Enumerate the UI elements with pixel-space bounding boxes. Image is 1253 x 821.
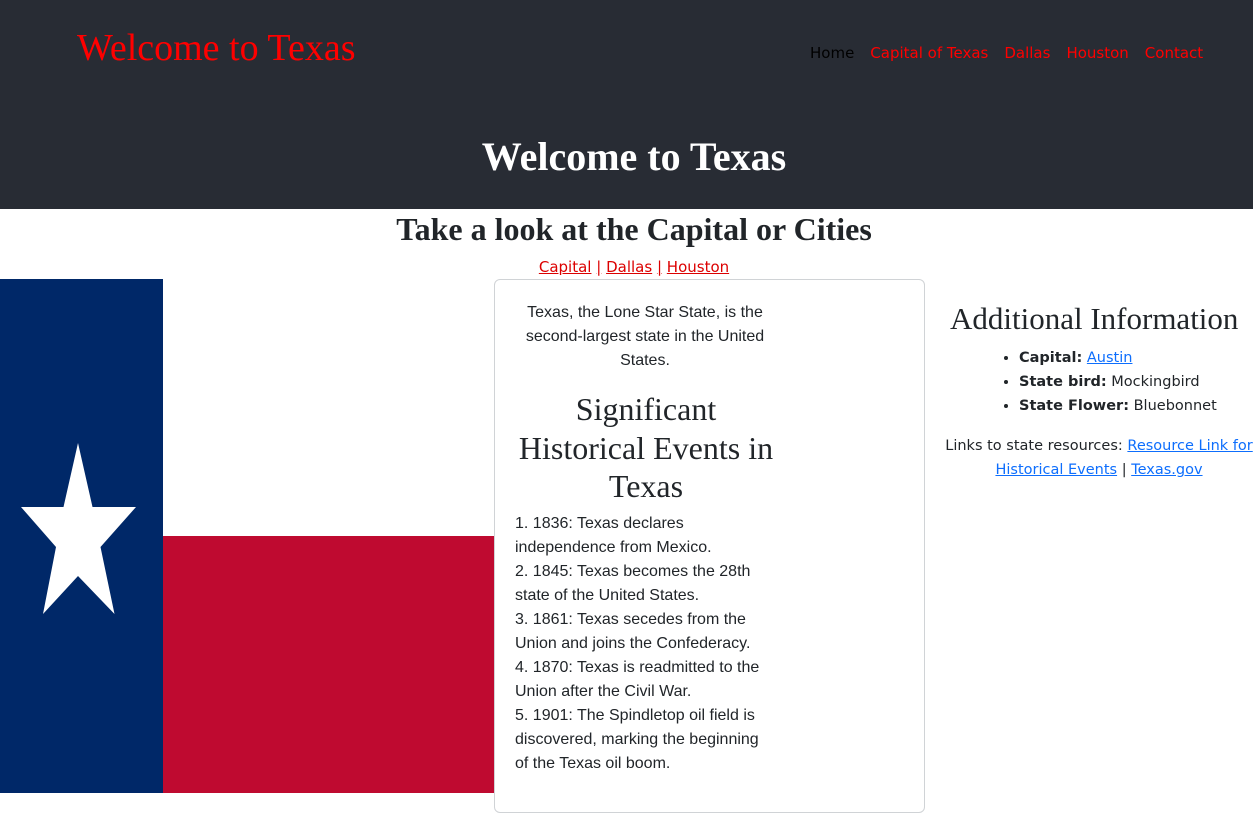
hero-title: Welcome to Texas (481, 134, 787, 179)
link-capital[interactable]: Capital (539, 258, 592, 276)
additional-info-title: Additional Information (950, 301, 1239, 336)
fact-value: Bluebonnet (1133, 398, 1217, 414)
resource-separator: | (1121, 462, 1127, 478)
state-resources: Links to state resources: Resource Link … (945, 434, 1253, 482)
history-heading: Significant Historical Events in Texas (518, 391, 774, 504)
facts-list: Capital: Austin State bird: Mockingbird … (945, 346, 1253, 418)
link-separator: | (656, 258, 663, 276)
nav-capital-of-texas[interactable]: Capital of Texas (870, 43, 988, 63)
city-links: Capital | Dallas | Houston (0, 257, 1253, 277)
history-event: 2. 1845: Texas becomes the 28th state of… (515, 563, 751, 604)
flag-red-stripe (163, 536, 494, 793)
link-houston[interactable]: Houston (667, 258, 729, 276)
flag-white-stripe (163, 279, 494, 536)
fact-capital: Capital: Austin (1019, 346, 1253, 370)
nav-home[interactable]: Home (810, 43, 854, 63)
history-event: 4. 1870: Texas is readmitted to the Unio… (515, 659, 760, 700)
fact-label: Capital: (1019, 350, 1083, 366)
texas-gov-link[interactable]: Texas.gov (1131, 462, 1202, 478)
fact-label: State bird: (1019, 374, 1107, 390)
history-events-list: 1. 1836: Texas declares independence fro… (515, 512, 770, 776)
fact-value: Mockingbird (1111, 374, 1200, 390)
history-event: 3. 1861: Texas secedes from the Union an… (515, 611, 751, 652)
austin-link[interactable]: Austin (1087, 350, 1133, 366)
link-dallas[interactable]: Dallas (606, 258, 652, 276)
fact-label: State Flower: (1019, 398, 1129, 414)
card-intro-text: Texas, the Lone Star State, is the secon… (525, 304, 765, 369)
fact-state-flower: State Flower: Bluebonnet (1019, 394, 1253, 418)
site-header: Welcome to Texas Home Capital of Texas D… (0, 0, 1253, 209)
history-card: Texas, the Lone Star State, is the secon… (494, 279, 925, 813)
nav-contact[interactable]: Contact (1145, 43, 1203, 63)
nav-houston[interactable]: Houston (1066, 43, 1128, 63)
section-subtitle: Take a look at the Capital or Cities (396, 211, 872, 247)
texas-flag-image (0, 279, 494, 793)
brand-link[interactable]: Welcome to Texas (77, 26, 356, 70)
history-event: 1. 1836: Texas declares independence fro… (515, 515, 712, 556)
additional-info: Additional Information Capital: Austin S… (945, 298, 1253, 482)
main-nav: Home Capital of Texas Dallas Houston Con… (810, 43, 1203, 63)
fact-state-bird: State bird: Mockingbird (1019, 370, 1253, 394)
link-separator: | (596, 258, 602, 276)
history-event: 5. 1901: The Spindletop oil field is dis… (515, 707, 759, 772)
resources-prefix: Links to state resources: (945, 438, 1123, 454)
nav-dallas[interactable]: Dallas (1004, 43, 1050, 63)
